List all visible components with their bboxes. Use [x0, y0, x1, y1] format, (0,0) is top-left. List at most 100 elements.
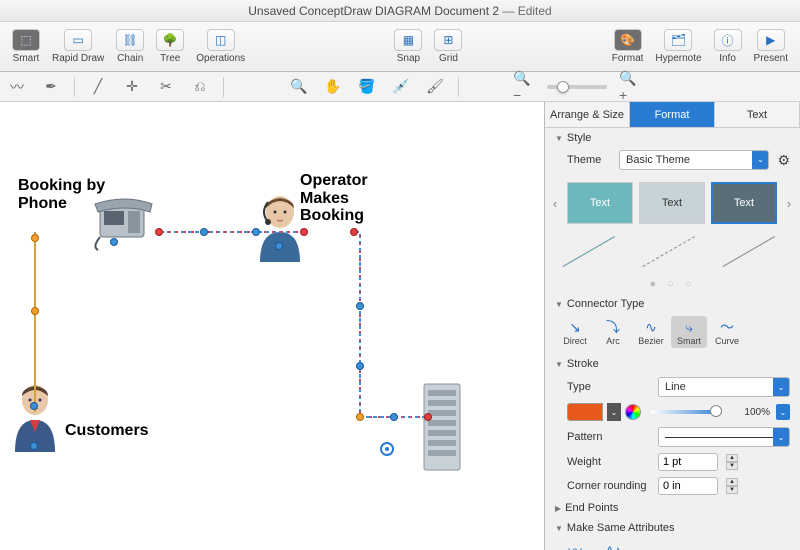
- target-marker[interactable]: [380, 442, 394, 456]
- connector-direct[interactable]: ↘Direct: [557, 316, 593, 348]
- stroke-icon: 〰: [561, 542, 589, 550]
- caret-icon: ⌄: [773, 378, 789, 396]
- pattern-select[interactable]: ⌄: [658, 427, 790, 447]
- eyedropper-tool[interactable]: 💉: [390, 76, 412, 98]
- format-icon: 🎨: [614, 29, 642, 51]
- anchor-point[interactable]: [110, 238, 118, 246]
- zoom-out-button[interactable]: 🔍−: [513, 76, 535, 98]
- connector-bezier[interactable]: ∿Bezier: [633, 316, 669, 348]
- document-status: Edited: [518, 4, 552, 18]
- stroke-type-select[interactable]: Line⌄: [658, 377, 790, 397]
- curve-tool[interactable]: 〰: [6, 76, 28, 98]
- anchor-point[interactable]: [29, 232, 40, 243]
- info-button[interactable]: ⓘInfo: [708, 27, 748, 66]
- rapid-draw-button[interactable]: ▭Rapid Draw: [46, 27, 110, 66]
- style-swatch-2[interactable]: Text: [639, 182, 705, 224]
- operator-node[interactable]: [250, 192, 310, 262]
- corner-stepper[interactable]: ▲▼: [726, 478, 738, 494]
- tree-button[interactable]: 🌳Tree: [150, 27, 190, 66]
- weight-stepper[interactable]: ▲▼: [726, 454, 738, 470]
- stroke-color-swatch[interactable]: [567, 403, 603, 421]
- next-swatch-button[interactable]: ›: [783, 196, 795, 211]
- weight-input[interactable]: [658, 453, 718, 471]
- anchor-point[interactable]: [30, 442, 38, 450]
- theme-select[interactable]: Basic Theme⌄: [619, 150, 769, 170]
- opacity-dropdown[interactable]: ⌄: [776, 404, 790, 420]
- bucket-tool[interactable]: 🪣: [356, 76, 378, 98]
- telephone-node[interactable]: [90, 192, 160, 252]
- arrow-style-3[interactable]: [723, 236, 783, 272]
- grid-button[interactable]: ⊞Grid: [428, 27, 468, 66]
- endpoint[interactable]: [350, 228, 358, 236]
- present-button[interactable]: ▶Present: [748, 27, 794, 66]
- theme-settings-button[interactable]: ⚙: [777, 152, 790, 169]
- text-format-icon: Aა: [599, 542, 627, 550]
- arrow-style-2[interactable]: [643, 236, 703, 272]
- midpoint[interactable]: [252, 228, 260, 236]
- midpoint[interactable]: [390, 413, 398, 421]
- canvas[interactable]: Booking by Phone Operator Makes Booking …: [0, 102, 545, 550]
- arrow-style-1[interactable]: [563, 236, 623, 272]
- anchor-point[interactable]: [29, 305, 40, 316]
- corner-input[interactable]: [658, 477, 718, 495]
- opacity-value: 100%: [732, 407, 770, 418]
- snap-button[interactable]: ▦Snap: [388, 27, 428, 66]
- style-swatch-3[interactable]: Text: [711, 182, 777, 224]
- smart-mode-button[interactable]: ⬚Smart: [6, 27, 46, 66]
- endpoint[interactable]: [155, 228, 163, 236]
- panel-tabs: Arrange & Size Format Text: [545, 102, 800, 128]
- endpoints-section-header[interactable]: End Points: [545, 498, 800, 518]
- midpoint[interactable]: [356, 302, 364, 310]
- smart-icon: ⬚: [12, 29, 40, 51]
- customers-label: Customers: [65, 422, 149, 440]
- stroke-section-header[interactable]: Stroke: [545, 354, 800, 374]
- break-tool[interactable]: ⎌: [189, 76, 211, 98]
- endpoint[interactable]: [424, 413, 432, 421]
- theme-label: Theme: [567, 154, 611, 166]
- same-stroke-button[interactable]: 〰Stroke: [557, 540, 593, 550]
- color-picker-button[interactable]: [625, 404, 641, 420]
- connector-section-header[interactable]: Connector Type: [545, 294, 800, 314]
- zoom-in-button[interactable]: 🔍+: [619, 76, 641, 98]
- stroke-color-dropdown[interactable]: ⌄: [607, 403, 621, 421]
- tab-text[interactable]: Text: [715, 102, 800, 127]
- hypernote-button[interactable]: 🗂Hypernote: [649, 27, 707, 66]
- opacity-slider[interactable]: [651, 410, 722, 414]
- operator-label: Operator Makes Booking: [300, 172, 368, 225]
- anchor-point[interactable]: [354, 411, 365, 422]
- server-node[interactable]: [420, 382, 464, 472]
- tree-icon: 🌳: [156, 29, 184, 51]
- midpoint[interactable]: [200, 228, 208, 236]
- midpoint[interactable]: [356, 362, 364, 370]
- caret-icon: ⌄: [752, 151, 768, 169]
- arc-icon: ⤵: [599, 318, 627, 336]
- makesame-section-header[interactable]: Make Same Attributes: [545, 518, 800, 538]
- connector-smart[interactable]: ⤷Smart: [671, 316, 707, 348]
- edit-points-tool[interactable]: ✛: [121, 76, 143, 98]
- endpoint[interactable]: [300, 228, 308, 236]
- search-tool[interactable]: 🔍: [288, 76, 310, 98]
- prev-swatch-button[interactable]: ‹: [549, 196, 561, 211]
- anchor-point[interactable]: [275, 242, 283, 250]
- line-tool[interactable]: ╱: [87, 76, 109, 98]
- document-title: Unsaved ConceptDraw DIAGRAM Document 2: [248, 4, 499, 18]
- tab-format[interactable]: Format: [630, 102, 715, 127]
- brush-tool[interactable]: 🖌: [424, 76, 446, 98]
- style-swatch-1[interactable]: Text: [567, 182, 633, 224]
- zoom-slider[interactable]: [547, 85, 607, 89]
- secondary-toolbar: 〰 ✒ ╱ ✛ ✂ ⎌ 🔍 ✋ 🪣 💉 🖌 🔍− 🔍+: [0, 72, 800, 102]
- hand-tool[interactable]: ✋: [322, 76, 344, 98]
- connector-arc[interactable]: ⤵Arc: [595, 316, 631, 348]
- style-section-header[interactable]: Style: [545, 128, 800, 148]
- connector-curve[interactable]: 〜Curve: [709, 316, 745, 348]
- direct-icon: ↘: [561, 318, 589, 336]
- same-text-format-button[interactable]: AაText Format: [595, 540, 632, 550]
- anchor-point[interactable]: [30, 402, 38, 410]
- pen-tool[interactable]: ✒: [40, 76, 62, 98]
- format-panel-button[interactable]: 🎨Format: [606, 27, 650, 66]
- pagination-dots[interactable]: ● ○ ○: [545, 274, 800, 294]
- tab-arrange[interactable]: Arrange & Size: [545, 102, 630, 127]
- chain-button[interactable]: ⛓Chain: [110, 27, 150, 66]
- scissors-tool[interactable]: ✂: [155, 76, 177, 98]
- operations-button[interactable]: ◫Operations: [190, 27, 251, 66]
